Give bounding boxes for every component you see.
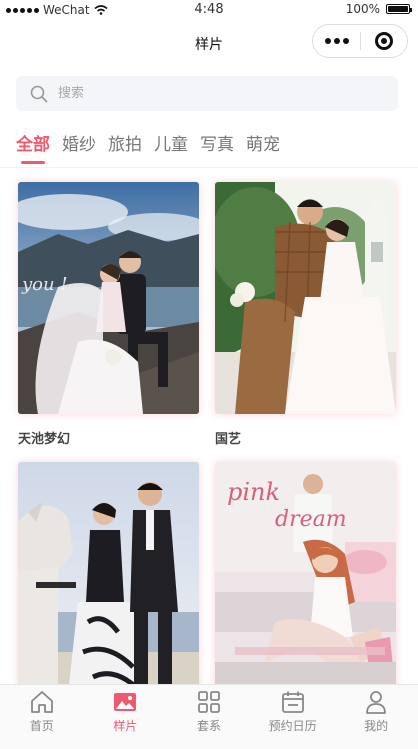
- sample-photo-image: [18, 462, 199, 694]
- tab-children[interactable]: 儿童: [154, 130, 188, 166]
- tabbar-label: 我的: [364, 719, 389, 733]
- sample-card[interactable]: pink dream: [215, 462, 396, 708]
- tab-travel[interactable]: 旅拍: [108, 130, 142, 166]
- sample-photo[interactable]: [18, 462, 199, 694]
- sample-title: 国艺: [215, 432, 242, 447]
- sample-title: 天池梦幻: [18, 432, 71, 447]
- status-bar: WeChat 4:48 100%: [0, 0, 418, 20]
- tab-wedding[interactable]: 婚纱: [62, 130, 96, 166]
- sample-photo[interactable]: pink dream: [215, 462, 396, 694]
- sample-card[interactable]: you ! 天池梦幻: [18, 182, 199, 447]
- battery-icon: [386, 4, 412, 14]
- search-input[interactable]: [56, 85, 360, 102]
- tab-pets[interactable]: 萌宠: [246, 130, 280, 166]
- gallery-icon: [114, 693, 137, 711]
- tab-all[interactable]: 全部: [16, 130, 50, 166]
- tabbar-item-packages[interactable]: 套系: [167, 685, 251, 749]
- tabbar-item-booking-calendar[interactable]: 预约日历: [251, 685, 335, 749]
- tabbar-item-gallery[interactable]: 样片: [84, 685, 168, 749]
- battery-percent: 100%: [345, 2, 380, 16]
- search-icon: [30, 85, 48, 102]
- sample-photo[interactable]: [215, 182, 396, 414]
- sample-photo[interactable]: you !: [18, 182, 199, 414]
- battery-status: 100%: [345, 2, 412, 16]
- sample-card[interactable]: 国艺: [215, 182, 396, 447]
- tabbar-label: 预约日历: [268, 719, 317, 733]
- sample-photo-image: pink dream: [215, 462, 396, 694]
- close-mini-program-button[interactable]: [361, 32, 407, 50]
- category-tabs: 全部 婚纱 旅拍 儿童 写真 萌宠: [16, 130, 280, 166]
- tabbar-item-profile[interactable]: 我的: [334, 685, 418, 749]
- sample-photo-image: you !: [18, 182, 199, 414]
- tabbar-label: 首页: [29, 719, 54, 733]
- mini-program-capsule: [312, 24, 408, 58]
- search-bar[interactable]: [16, 76, 398, 111]
- grid-icon: [198, 691, 220, 713]
- svg-text:dream: dream: [275, 507, 347, 532]
- more-icon[interactable]: [313, 38, 360, 44]
- tabbar-item-home[interactable]: 首页: [0, 685, 84, 749]
- svg-text:pink: pink: [227, 478, 280, 506]
- tab-portrait[interactable]: 写真: [200, 130, 234, 166]
- user-icon: [366, 691, 387, 714]
- tabbar-label: 样片: [113, 719, 138, 733]
- bottom-tab-bar: 首页 样片 套系 预约日历 我的: [0, 684, 418, 749]
- sample-card[interactable]: [18, 462, 199, 708]
- home-icon: [30, 691, 53, 713]
- tabbar-label: 套系: [196, 719, 221, 733]
- target-icon: [374, 32, 393, 50]
- tabs-divider: [0, 167, 418, 168]
- svg-text:you !: you !: [21, 274, 68, 295]
- calendar-icon: [281, 691, 304, 713]
- navigation-bar: 样片: [0, 20, 418, 66]
- sample-photo-image: [215, 182, 396, 414]
